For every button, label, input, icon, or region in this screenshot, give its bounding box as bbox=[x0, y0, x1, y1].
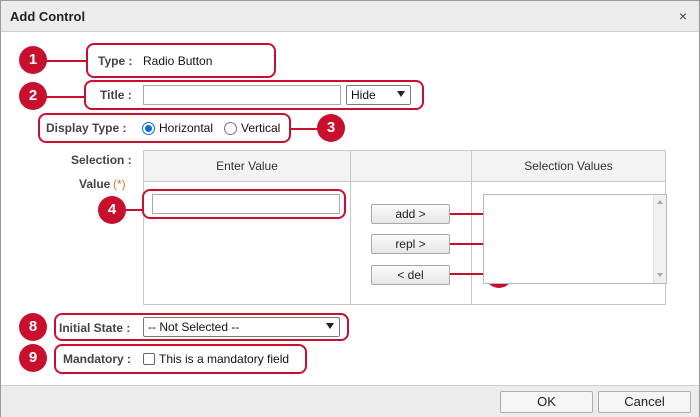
radio-horizontal[interactable] bbox=[142, 122, 155, 135]
chevron-down-icon bbox=[326, 323, 334, 329]
scroll-up-icon[interactable] bbox=[657, 200, 663, 204]
initial-state-select[interactable]: -- Not Selected -- bbox=[143, 317, 340, 337]
close-icon[interactable]: × bbox=[679, 8, 687, 24]
mandatory-checkbox[interactable] bbox=[143, 353, 155, 365]
grid-divider bbox=[350, 150, 351, 305]
callout-badge-9: 9 bbox=[19, 344, 47, 372]
col-enter-value: Enter Value bbox=[144, 151, 350, 181]
type-value: Radio Button bbox=[143, 54, 213, 68]
scroll-down-icon[interactable] bbox=[657, 273, 663, 277]
radio-vertical[interactable] bbox=[224, 122, 237, 135]
col-actions bbox=[351, 151, 471, 181]
callout-connector bbox=[450, 273, 486, 275]
callout-badge-2: 2 bbox=[19, 82, 47, 110]
value-label: Value bbox=[79, 177, 111, 191]
callout-connector bbox=[45, 96, 85, 98]
title-visibility-value: Hide bbox=[351, 88, 376, 102]
selection-values-listbox[interactable] bbox=[483, 194, 667, 284]
ok-button[interactable]: OK bbox=[500, 391, 593, 413]
type-label: Type : bbox=[98, 54, 133, 68]
required-mark: (*) bbox=[113, 177, 126, 191]
selection-label: Selection : bbox=[71, 153, 132, 167]
callout-badge-3: 3 bbox=[317, 114, 345, 142]
col-selection-values: Selection Values bbox=[472, 151, 665, 181]
callout-badge-4: 4 bbox=[98, 196, 126, 224]
dialog-titlebar: Add Control × bbox=[1, 1, 699, 32]
callout-connector bbox=[45, 60, 87, 62]
grid-divider bbox=[471, 150, 472, 305]
cancel-button[interactable]: Cancel bbox=[598, 391, 691, 413]
callout-badge-1: 1 bbox=[19, 46, 47, 74]
title-input[interactable] bbox=[143, 85, 341, 105]
add-button[interactable]: add > bbox=[371, 204, 450, 224]
display-type-label: Display Type : bbox=[46, 121, 127, 135]
dialog-title: Add Control bbox=[10, 9, 86, 24]
radio-vertical-label[interactable]: Vertical bbox=[241, 121, 280, 135]
listbox-scrollbar[interactable] bbox=[653, 195, 666, 283]
mandatory-checkbox-label[interactable]: This is a mandatory field bbox=[159, 352, 289, 366]
add-control-dialog: Add Control × 1 Type : Radio Button 2 Ti… bbox=[0, 0, 700, 417]
chevron-down-icon bbox=[397, 91, 405, 97]
title-label: Title : bbox=[100, 88, 132, 102]
radio-horizontal-label[interactable]: Horizontal bbox=[159, 121, 213, 135]
callout-connector bbox=[450, 213, 486, 215]
grid-divider bbox=[143, 181, 666, 182]
initial-state-label: Initial State : bbox=[59, 321, 131, 335]
callout-badge-8: 8 bbox=[19, 313, 47, 341]
callout-connector bbox=[290, 128, 320, 130]
callout-connector bbox=[450, 243, 486, 245]
dialog-footer: OK Cancel bbox=[1, 385, 699, 417]
enter-value-input[interactable] bbox=[152, 194, 340, 214]
callout-connector bbox=[125, 209, 143, 211]
initial-state-value: -- Not Selected -- bbox=[148, 320, 240, 334]
title-visibility-select[interactable]: Hide bbox=[346, 85, 411, 105]
replace-button[interactable]: repl > bbox=[371, 234, 450, 254]
delete-button[interactable]: < del bbox=[371, 265, 450, 285]
mandatory-label: Mandatory : bbox=[63, 352, 132, 366]
